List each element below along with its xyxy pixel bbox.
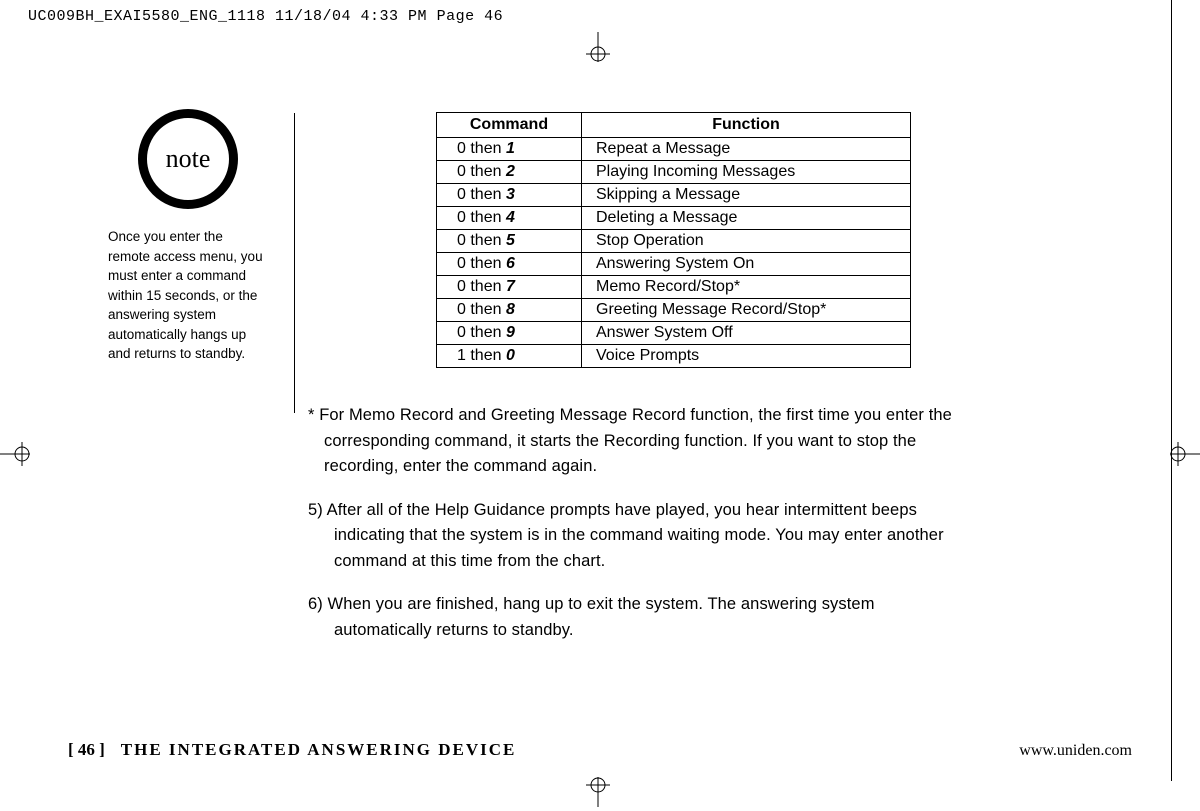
vertical-divider xyxy=(294,113,295,413)
note-icon: note xyxy=(138,109,238,209)
command-table: Command Function 0 then 1Repeat a Messag… xyxy=(436,112,911,368)
table-header-function: Function xyxy=(582,113,911,138)
table-row: 0 then 2Playing Incoming Messages xyxy=(437,161,911,184)
step-5-paragraph: 5) After all of the Help Guidance prompt… xyxy=(308,498,958,575)
footer-url: www.uniden.com xyxy=(1019,742,1132,760)
step-6-paragraph: 6) When you are finished, hang up to exi… xyxy=(308,592,958,643)
table-header-command: Command xyxy=(437,113,582,138)
crop-mark-top xyxy=(576,32,620,62)
footnote-paragraph: * For Memo Record and Greeting Message R… xyxy=(308,403,958,480)
table-row: 0 then 5Stop Operation xyxy=(437,230,911,253)
table-row: 0 then 1Repeat a Message xyxy=(437,138,911,161)
table-row: 0 then 3Skipping a Message xyxy=(437,184,911,207)
page-number: [ 46 ] xyxy=(68,740,105,759)
footer-left: [ 46 ] THE INTEGRATED ANSWERING DEVICE xyxy=(68,740,516,760)
note-icon-label: note xyxy=(166,144,211,174)
crop-mark-bottom xyxy=(576,777,620,807)
table-row: 1 then 0Voice Prompts xyxy=(437,345,911,368)
crop-mark-left xyxy=(0,432,30,476)
table-row: 0 then 8Greeting Message Record/Stop* xyxy=(437,299,911,322)
table-row: 0 then 9Answer System Off xyxy=(437,322,911,345)
crop-mark-right xyxy=(1170,432,1200,476)
page-footer: [ 46 ] THE INTEGRATED ANSWERING DEVICE w… xyxy=(68,740,1132,760)
table-row: 0 then 6Answering System On xyxy=(437,253,911,276)
table-row: 0 then 7Memo Record/Stop* xyxy=(437,276,911,299)
main-content: Command Function 0 then 1Repeat a Messag… xyxy=(308,112,958,644)
note-sidebar: note Once you enter the remote access me… xyxy=(108,109,268,364)
job-line-text: UC009BH_EXAI5580_ENG_1118 11/18/04 4:33 … xyxy=(28,8,503,25)
print-job-header: UC009BH_EXAI5580_ENG_1118 11/18/04 4:33 … xyxy=(28,8,503,25)
table-row: 0 then 4Deleting a Message xyxy=(437,207,911,230)
section-title: THE INTEGRATED ANSWERING DEVICE xyxy=(121,740,517,759)
right-edge-line xyxy=(1171,0,1172,781)
note-text: Once you enter the remote access menu, y… xyxy=(108,227,268,364)
